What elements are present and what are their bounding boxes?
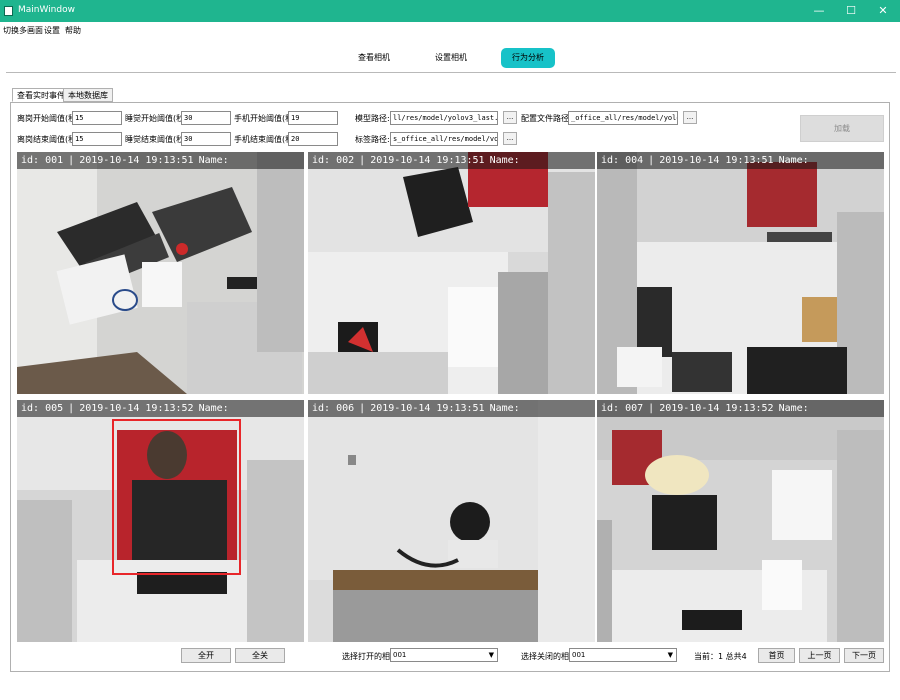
- phone-start-label: 手机开始阈值(秒): [234, 114, 297, 123]
- tab-panel-divider: [6, 72, 896, 73]
- camera-name-label: Name:: [489, 155, 520, 166]
- camera-feed-image: [17, 400, 304, 642]
- window-titlebar: MainWindow — ☐ ✕: [0, 0, 900, 22]
- config-path-browse-button[interactable]: ...: [683, 111, 697, 124]
- menu-help[interactable]: 帮助: [65, 25, 81, 36]
- camera-separator: |: [359, 403, 366, 414]
- tab-setup-camera[interactable]: 设置相机: [424, 48, 478, 68]
- camera-timestamp: 2019-10-14 19:13:51: [659, 155, 774, 166]
- tab-view-camera[interactable]: 查看相机: [347, 48, 401, 68]
- camera-id: id: 002: [312, 155, 355, 166]
- sleep-start-input[interactable]: 30: [181, 111, 231, 125]
- camera-name-label: Name:: [489, 403, 520, 414]
- config-path-label: 配置文件路径:: [521, 114, 572, 123]
- phone-end-input[interactable]: 20: [288, 132, 338, 146]
- camera-separator: |: [359, 155, 366, 166]
- camera-view[interactable]: id: 006 | 2019-10-14 19:13:51 Name:: [308, 400, 595, 642]
- label-path-label: 标签路径:: [355, 135, 390, 144]
- camera-id: id: 006: [312, 403, 355, 414]
- camera-separator: |: [68, 155, 75, 166]
- leave-end-input[interactable]: 15: [72, 132, 122, 146]
- camera-feed-image: [308, 152, 595, 394]
- model-path-browse-button[interactable]: ...: [503, 111, 517, 124]
- camera-overlay: id: 001 | 2019-10-14 19:13:51 Name:: [17, 152, 304, 169]
- next-page-button[interactable]: 下一页: [844, 648, 884, 663]
- camera-overlay: id: 006 | 2019-10-14 19:13:51 Name:: [308, 400, 595, 417]
- camera-timestamp: 2019-10-14 19:13:51: [370, 403, 485, 414]
- model-path-label: 模型路径:: [355, 114, 390, 123]
- app-icon: [4, 6, 13, 16]
- camera-id: id: 005: [21, 403, 64, 414]
- select-close-camera-value: 001: [572, 651, 586, 659]
- leave-start-input[interactable]: 15: [72, 111, 122, 125]
- camera-name-label: Name:: [778, 403, 809, 414]
- select-open-camera-value: 001: [393, 651, 407, 659]
- camera-view[interactable]: id: 002 | 2019-10-14 19:13:51 Name:: [308, 152, 595, 394]
- load-button[interactable]: 加载: [800, 115, 884, 142]
- camera-separator: |: [648, 155, 655, 166]
- label-path-browse-button[interactable]: ...: [503, 132, 517, 145]
- camera-overlay: id: 004 | 2019-10-14 19:13:51 Name:: [597, 152, 884, 169]
- phone-end-label: 手机结束阈值(秒): [234, 135, 297, 144]
- select-open-camera-dropdown[interactable]: 001 ▼: [390, 648, 498, 662]
- prev-page-button[interactable]: 上一页: [799, 648, 840, 663]
- camera-overlay: id: 007 | 2019-10-14 19:13:52 Name:: [597, 400, 884, 417]
- tab-behavior-analysis[interactable]: 行为分析: [501, 48, 555, 68]
- minimize-button[interactable]: —: [803, 0, 835, 22]
- camera-separator: |: [68, 403, 75, 414]
- menu-bar: 切换多画面 设置 帮助: [0, 22, 900, 38]
- window-title: MainWindow: [18, 5, 75, 15]
- camera-timestamp: 2019-10-14 19:13:51: [79, 155, 194, 166]
- first-page-button[interactable]: 首页: [758, 648, 795, 663]
- camera-id: id: 007: [601, 403, 644, 414]
- camera-id: id: 001: [21, 155, 64, 166]
- camera-name-label: Name:: [778, 155, 809, 166]
- camera-overlay: id: 002 | 2019-10-14 19:13:51 Name:: [308, 152, 595, 169]
- tab-local-database[interactable]: 本地数据库: [63, 88, 113, 102]
- menu-multi-screen[interactable]: 切换多画面: [3, 25, 43, 36]
- phone-start-input[interactable]: 19: [288, 111, 338, 125]
- open-all-button[interactable]: 全开: [181, 648, 231, 663]
- camera-name-label: Name:: [198, 403, 229, 414]
- sleep-end-label: 睡觉结束阈值(秒): [125, 135, 188, 144]
- camera-timestamp: 2019-10-14 19:13:52: [79, 403, 194, 414]
- menu-settings[interactable]: 设置: [44, 25, 60, 36]
- close-button[interactable]: ✕: [867, 0, 899, 22]
- camera-view[interactable]: id: 004 | 2019-10-14 19:13:51 Name:: [597, 152, 884, 394]
- chevron-down-icon: ▼: [488, 651, 494, 659]
- camera-name-label: Name:: [198, 155, 229, 166]
- camera-view[interactable]: id: 007 | 2019-10-14 19:13:52 Name:: [597, 400, 884, 642]
- maximize-button[interactable]: ☐: [835, 0, 867, 22]
- camera-feed-image: [597, 400, 884, 642]
- select-close-camera-dropdown[interactable]: 001 ▼: [569, 648, 677, 662]
- camera-feed-image: [17, 152, 304, 394]
- sleep-end-input[interactable]: 30: [181, 132, 231, 146]
- camera-id: id: 004: [601, 155, 644, 166]
- leave-end-label: 离岗结束阈值(秒): [17, 135, 80, 144]
- leave-start-label: 离岗开始阈值(秒): [17, 114, 80, 123]
- camera-view[interactable]: id: 005 | 2019-10-14 19:13:52 Name:: [17, 400, 304, 642]
- camera-separator: |: [648, 403, 655, 414]
- camera-view[interactable]: id: 001 | 2019-10-14 19:13:51 Name:: [17, 152, 304, 394]
- label-path-input[interactable]: s_office_all/res/model/voc.names: [390, 132, 498, 146]
- camera-overlay: id: 005 | 2019-10-14 19:13:52 Name:: [17, 400, 304, 417]
- model-path-input[interactable]: ll/res/model/yolov3_last.weights: [390, 111, 498, 125]
- sleep-start-label: 睡觉开始阈值(秒): [125, 114, 188, 123]
- page-status: 当前：1 总共4: [694, 652, 747, 661]
- camera-timestamp: 2019-10-14 19:13:52: [659, 403, 774, 414]
- camera-feed-image: [308, 400, 595, 642]
- config-path-input[interactable]: _office_all/res/model/yolov3.cfg: [568, 111, 678, 125]
- chevron-down-icon: ▼: [667, 651, 673, 659]
- tab-realtime-events[interactable]: 查看实时事件: [12, 88, 70, 102]
- camera-timestamp: 2019-10-14 19:13:51: [370, 155, 485, 166]
- close-all-button[interactable]: 全关: [235, 648, 285, 663]
- camera-feed-image: [597, 152, 884, 394]
